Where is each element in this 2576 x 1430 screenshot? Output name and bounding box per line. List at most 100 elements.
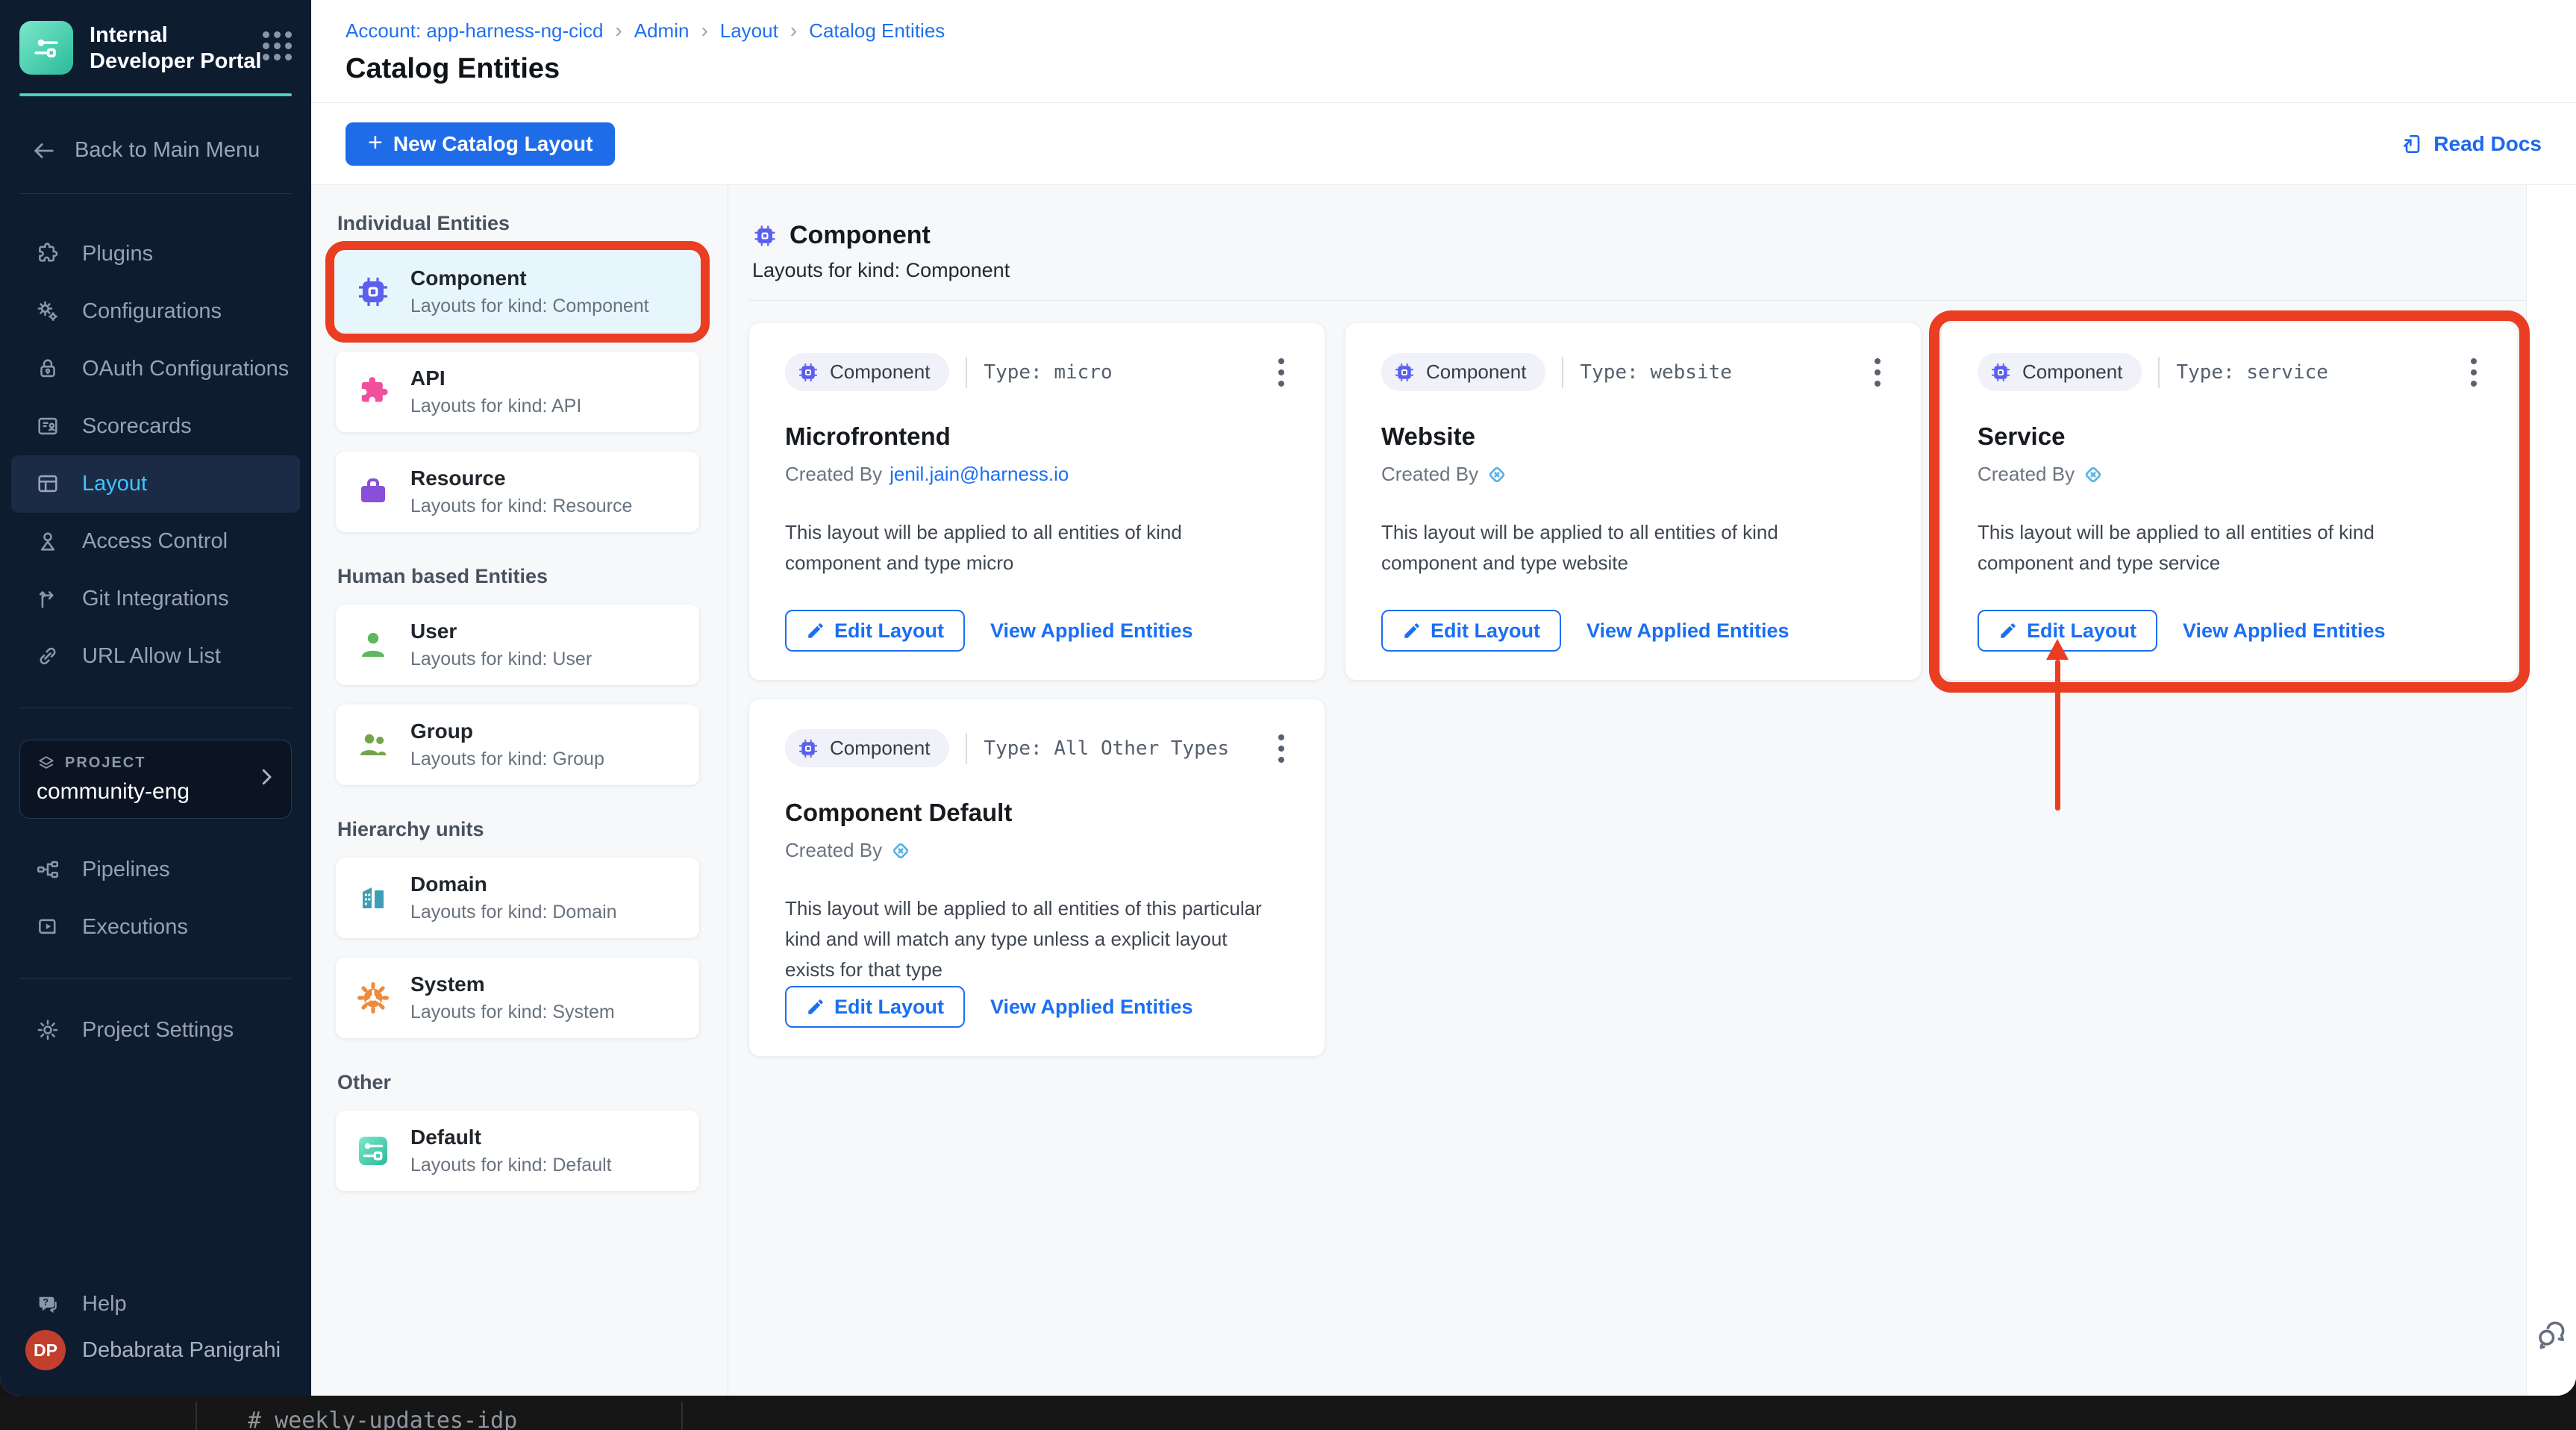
- type-label: Type: website: [1580, 360, 1732, 384]
- entity-kind-default[interactable]: Default Layouts for kind: Default: [336, 1111, 699, 1191]
- briefcase-icon: [354, 472, 393, 511]
- divider: [196, 1402, 197, 1430]
- layout-description: This layout will be applied to all entit…: [785, 521, 1182, 575]
- divider: [681, 1402, 683, 1430]
- play-icon: [33, 914, 63, 940]
- layout-icon: [33, 471, 63, 496]
- right-rail: [2526, 185, 2576, 1396]
- entity-kind-component[interactable]: Component Layouts for kind: Component: [336, 252, 699, 332]
- catalog-subheading: Layouts for kind: Component: [752, 259, 1010, 281]
- project-eyebrow: PROJECT: [65, 755, 146, 772]
- layout-title: Component Default: [785, 799, 1013, 826]
- kind-badge: Component: [1381, 353, 1546, 391]
- page-header: Account: app-harness-ng-cicd › Admin › L…: [311, 0, 2576, 103]
- harness-creator-icon: [1486, 463, 1508, 486]
- breadcrumb-layout[interactable]: Layout: [720, 19, 778, 43]
- created-by: Created By: [785, 839, 1289, 862]
- breadcrumb-catalog-entities[interactable]: Catalog Entities: [809, 19, 945, 43]
- layout-title: Microfrontend: [785, 422, 951, 450]
- new-catalog-layout-button[interactable]: + New Catalog Layout: [346, 122, 616, 166]
- idp-logo-icon: [19, 21, 73, 75]
- annotation-box-service: Component Type: service Service Created …: [1929, 310, 2530, 693]
- divider: [19, 978, 292, 979]
- kind-badge: Component: [1978, 353, 2142, 391]
- layout-description: This layout will be applied to all entit…: [1381, 521, 1778, 575]
- app-switcher-grid-icon[interactable]: [263, 31, 292, 60]
- catalog-section: Component Layouts for kind: Component Co…: [728, 185, 2530, 1396]
- sidebar-item-layout[interactable]: Layout: [11, 455, 300, 513]
- breadcrumb: Account: app-harness-ng-cicd › Admin › L…: [346, 19, 2542, 43]
- kebab-menu-icon[interactable]: [1274, 730, 1289, 767]
- entity-kind-domain[interactable]: Domain Layouts for kind: Domain: [336, 858, 699, 938]
- divider: [19, 193, 292, 194]
- layout-description: This layout will be applied to all entit…: [785, 897, 1262, 981]
- section-heading: Human based Entities: [337, 565, 548, 587]
- edit-layout-button[interactable]: Edit Layout: [785, 610, 965, 652]
- section-heading: Other: [337, 1071, 392, 1093]
- catalog-heading: Component: [749, 221, 2526, 250]
- view-applied-entities-link[interactable]: View Applied Entities: [2183, 619, 2386, 643]
- layout-cards-grid: Component Type: micro Microfrontend Crea…: [749, 310, 2530, 1086]
- help-nav: ? Help: [0, 1278, 311, 1330]
- sidebar-item-git-integrations[interactable]: Git Integrations: [0, 570, 311, 628]
- view-applied-entities-link[interactable]: View Applied Entities: [990, 619, 1193, 643]
- kebab-menu-icon[interactable]: [2466, 354, 2481, 391]
- kebab-menu-icon[interactable]: [1870, 354, 1885, 391]
- sidebar-item-executions[interactable]: Executions: [0, 899, 311, 956]
- content-area: Individual Entities Component Layouts fo…: [311, 185, 2576, 1396]
- layout-card-component-default: Component Type: All Other Types Componen…: [749, 699, 1325, 1056]
- sidebar-item-pipelines[interactable]: Pipelines: [0, 841, 311, 899]
- entity-kind-api[interactable]: API Layouts for kind: API: [336, 352, 699, 432]
- kebab-menu-icon[interactable]: [1274, 354, 1289, 391]
- entity-kind-panel: Individual Entities Component Layouts fo…: [311, 185, 728, 1396]
- layout-title: Service: [1978, 422, 2066, 450]
- view-applied-entities-link[interactable]: View Applied Entities: [1586, 619, 1789, 643]
- chip-icon: [354, 272, 393, 311]
- entity-kind-user[interactable]: User Layouts for kind: User: [336, 605, 699, 685]
- edit-layout-button[interactable]: Edit Layout: [1381, 610, 1561, 652]
- layout-title: Website: [1381, 422, 1475, 450]
- sidebar-item-scorecards[interactable]: Scorecards: [0, 398, 311, 455]
- section-heading: Individual Entities: [337, 212, 510, 234]
- sidebar-item-oauth-configurations[interactable]: OAuth Configurations: [0, 340, 311, 398]
- chat-widget-icon[interactable]: [2533, 1315, 2570, 1352]
- divider: [2158, 356, 2160, 388]
- divider: [749, 300, 2526, 301]
- edit-layout-button[interactable]: Edit Layout: [1978, 610, 2157, 652]
- section-heading: Hierarchy units: [337, 818, 484, 840]
- link-icon: [33, 643, 63, 669]
- screen: Internal Developer Portal Back to Main M…: [0, 0, 2576, 1430]
- read-docs-link[interactable]: Read Docs: [2401, 132, 2542, 156]
- plus-icon: +: [368, 128, 383, 157]
- brand-divider: [19, 93, 292, 96]
- user-menu[interactable]: DP Debabrata Panigrahi: [0, 1330, 311, 1396]
- sidebar-item-project-settings[interactable]: Project Settings: [0, 1002, 311, 1059]
- project-selector[interactable]: PROJECT community-eng: [19, 739, 292, 819]
- view-applied-entities-link[interactable]: View Applied Entities: [990, 996, 1193, 1019]
- user-name: Debabrata Panigrahi: [82, 1337, 281, 1362]
- building-icon: [354, 878, 393, 917]
- divider: [966, 356, 968, 388]
- breadcrumb-account[interactable]: Account: app-harness-ng-cicd: [346, 19, 603, 43]
- sidebar-item-url-allow-list[interactable]: URL Allow List: [0, 628, 311, 685]
- doc-arrow-icon: [2401, 132, 2425, 156]
- entity-kind-system[interactable]: System Layouts for kind: System: [336, 958, 699, 1038]
- harness-creator-icon: [2082, 463, 2104, 486]
- sidebar-item-configurations[interactable]: Configurations: [0, 283, 311, 340]
- sidebar: Internal Developer Portal Back to Main M…: [0, 0, 311, 1396]
- gear-outline-icon: [33, 1017, 63, 1043]
- sidebar-item-access-control[interactable]: Access Control: [0, 513, 311, 570]
- slack-channel-label: # weekly-updates-idp: [248, 1408, 518, 1430]
- sidebar-item-help[interactable]: ? Help: [0, 1278, 311, 1330]
- entity-kind-group[interactable]: Group Layouts for kind: Group: [336, 705, 699, 785]
- annotation-box-component: Component Layouts for kind: Component: [325, 241, 710, 343]
- entity-kind-resource[interactable]: Resource Layouts for kind: Resource: [336, 452, 699, 532]
- gear-icon: [354, 978, 393, 1017]
- back-to-main-menu[interactable]: Back to Main Menu: [0, 129, 311, 172]
- edit-layout-button[interactable]: Edit Layout: [785, 986, 965, 1028]
- harness-creator-icon: [890, 840, 912, 862]
- created-by: Created By jenil.jain@harness.io: [785, 463, 1069, 486]
- sidebar-item-plugins[interactable]: Plugins: [0, 225, 311, 283]
- breadcrumb-admin[interactable]: Admin: [634, 19, 690, 43]
- creator-email-link[interactable]: jenil.jain@harness.io: [890, 463, 1069, 486]
